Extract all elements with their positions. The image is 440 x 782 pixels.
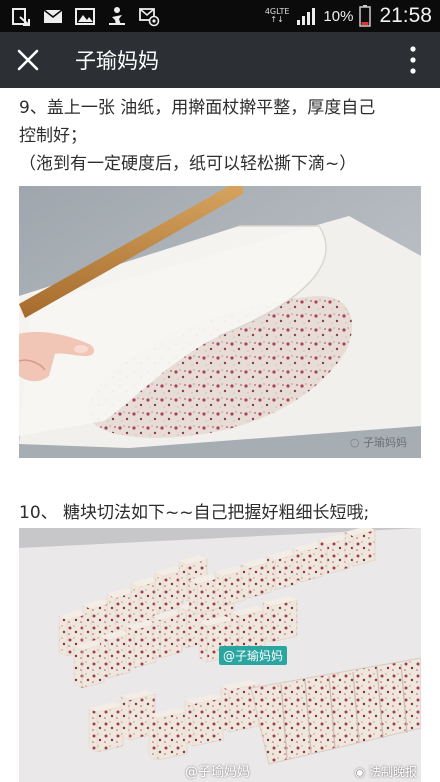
step-9-photo-image	[19, 186, 421, 458]
mail-at-icon	[139, 8, 160, 27]
wechat-logo-icon: ○	[349, 436, 360, 449]
photo-2-watermark-text: @子瑜妈妈	[185, 765, 251, 780]
network-arrows: ↑↓	[270, 15, 284, 24]
candy-piece	[352, 529, 376, 567]
candy-piece	[270, 599, 298, 643]
status-right: 4GLTE ↑↓ 10% 21:58	[265, 0, 432, 32]
status-left-icons	[10, 5, 160, 27]
step-9-text: 9、盖上一张 油纸，用擀面杖擀平整，厚度自己 控制好； （沲到有一定硬度后，纸可…	[19, 94, 424, 178]
close-icon[interactable]	[14, 46, 42, 74]
step-10-text: 10、 糖块切法如下~~自己把握好粗细长短哦;	[19, 499, 424, 527]
network-indicator: 4GLTE ↑↓	[265, 8, 290, 24]
candy-piece	[96, 705, 124, 753]
candy-piece	[154, 571, 164, 613]
step-9-line-1: 9、盖上一张 油纸，用擀面杖擀平整，厚度自己	[19, 98, 376, 118]
candy-piece	[99, 635, 109, 679]
signal-icon	[297, 8, 316, 25]
candy-piece	[82, 604, 92, 646]
candy-piece	[120, 695, 130, 741]
clock: 21:58	[379, 4, 432, 27]
step-10-photo-tag: @子瑜妈妈	[219, 646, 288, 665]
candy-piece	[192, 697, 224, 747]
candy-piece	[344, 531, 354, 567]
battery-icon	[359, 5, 372, 27]
candy-piece	[58, 615, 68, 657]
candy-piece	[266, 555, 276, 591]
app-header: 子瑜妈妈	[0, 32, 440, 88]
candy-piece	[156, 711, 188, 761]
candy-piece	[198, 621, 208, 663]
photo-2-tag-text: @子瑜妈妈	[223, 649, 284, 663]
step-10-line-1: 10、 糖块切法如下~~自己把握好粗细长短哦;	[19, 503, 370, 523]
corner-watermark: ◉ 法制晚报	[355, 763, 417, 780]
candy-piece	[148, 713, 158, 761]
candy-piece	[106, 593, 116, 635]
candy-piece	[220, 685, 230, 733]
candy-piece	[292, 547, 302, 583]
step-10-photo: @子瑜妈妈 @子瑜妈妈 ◉ 法制晚报	[19, 528, 421, 782]
more-vert-icon[interactable]	[406, 44, 420, 76]
candy-piece	[178, 560, 188, 602]
candy-piece	[73, 645, 83, 689]
candy-piece	[184, 699, 194, 747]
person-icon	[109, 7, 125, 25]
candy-piece	[88, 707, 98, 753]
notification-icon	[12, 8, 30, 26]
corner-watermark-text: 法制晚报	[368, 765, 417, 779]
step-9-line-3: （沲到有一定硬度后，纸可以轻松撕下滴~）	[19, 154, 357, 174]
page-title: 子瑜妈妈	[75, 49, 159, 73]
battery-percent: 10%	[323, 7, 354, 25]
candy-piece	[151, 615, 161, 659]
step-10-photo-watermark: @子瑜妈妈	[185, 761, 250, 780]
candy-piece	[240, 563, 250, 599]
step-9-line-2: 控制好；	[19, 126, 87, 146]
candy-piece	[125, 625, 135, 669]
candy-piece	[177, 605, 187, 649]
photo-1-watermark-text: 子瑜妈妈	[363, 436, 407, 449]
candy-piece	[188, 579, 198, 615]
image-icon	[75, 8, 95, 25]
candy-piece	[262, 601, 272, 643]
status-bar: 4GLTE ↑↓ 10% 21:58	[0, 0, 440, 32]
candy-piece	[318, 539, 328, 575]
mail-icon	[43, 9, 63, 23]
weibo-logo-icon: ◉	[354, 765, 366, 779]
candy-piece	[214, 571, 224, 607]
candy-piece	[130, 582, 140, 624]
step-9-photo-watermark: ○ 子瑜妈妈	[350, 434, 407, 450]
article-content: 9、盖上一张 油纸，用擀面杖擀平整，厚度自己 控制好； （沲到有一定硬度后，纸可…	[0, 88, 440, 782]
step-9-photo: ○ 子瑜妈妈	[19, 186, 421, 458]
